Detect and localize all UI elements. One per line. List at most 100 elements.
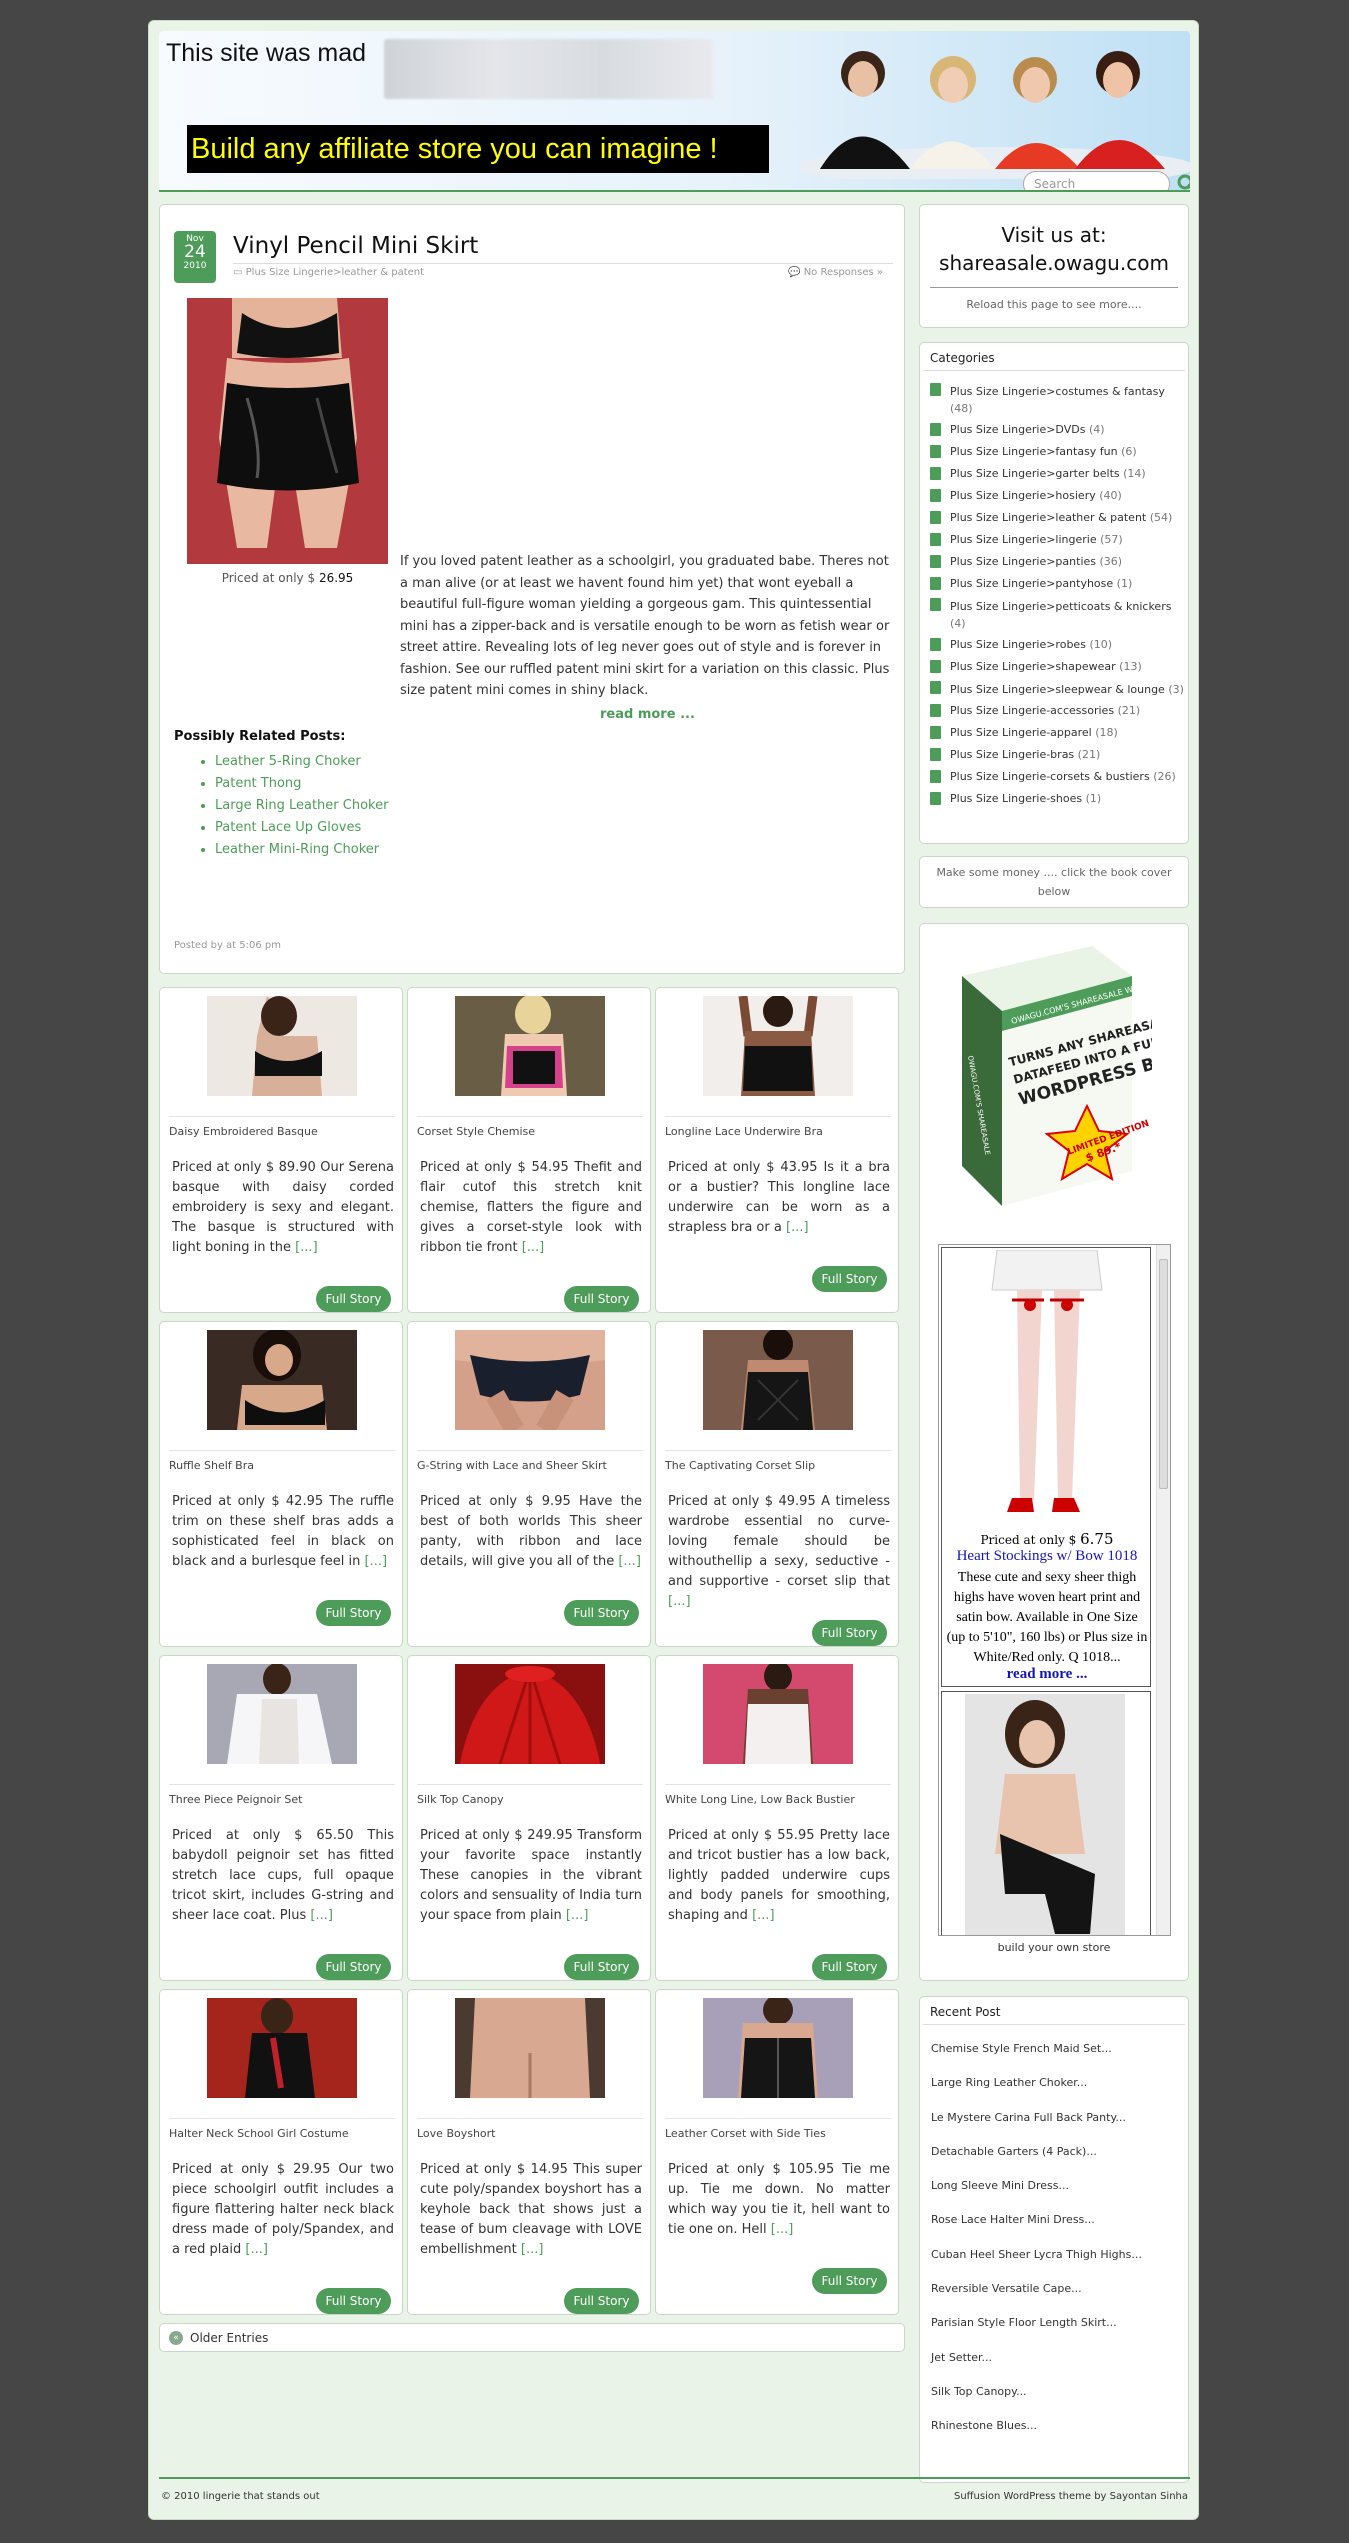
full-story-button[interactable]: Full Story [812, 1266, 887, 1292]
footer-copyright[interactable]: © 2010 lingerie that stands out [161, 2491, 320, 2502]
recent-post-link[interactable]: Rose Lace Halter Mini Dress... [931, 2203, 1142, 2237]
category-label[interactable]: Plus Size Lingerie>shapewear [950, 660, 1116, 673]
related-post-link[interactable]: Patent Lace Up Gloves [215, 817, 388, 839]
wordpress-theme-book-cover[interactable]: OWAGU.COM'S SHAREASALE WORDPRESS THEME T… [932, 936, 1152, 1216]
card-more-link[interactable]: [...] [310, 1908, 333, 1923]
category-item[interactable]: Plus Size Lingerie>lingerie (57) [930, 529, 1185, 551]
category-label[interactable]: Plus Size Lingerie>panties [950, 555, 1096, 568]
recent-post-link[interactable]: Parisian Style Floor Length Skirt... [931, 2306, 1142, 2340]
post-responses[interactable]: No Responses » [804, 267, 883, 278]
category-item[interactable]: Plus Size Lingerie>garter belts (14) [930, 463, 1185, 485]
category-label[interactable]: Plus Size Lingerie-bras [950, 748, 1074, 761]
category-item[interactable]: Plus Size Lingerie>panties (36) [930, 551, 1185, 573]
category-item[interactable]: Plus Size Lingerie>robes (10) [930, 634, 1185, 656]
card-more-link[interactable]: [...] [522, 1240, 545, 1255]
full-story-button[interactable]: Full Story [812, 1620, 887, 1646]
card-more-link[interactable]: [...] [364, 1554, 387, 1569]
category-label[interactable]: Plus Size Lingerie>costumes & fantasy [950, 385, 1165, 398]
product-thumbnail[interactable] [207, 1998, 357, 2098]
card-more-link[interactable]: [...] [295, 1240, 318, 1255]
product-image[interactable] [187, 298, 388, 564]
recent-post-link[interactable]: Chemise Style French Maid Set... [931, 2032, 1142, 2066]
older-entries-link[interactable]: Older Entries [190, 2331, 268, 2345]
card-title[interactable]: Silk Top Canopy [417, 1784, 643, 1806]
recent-post-link[interactable]: Long Sleeve Mini Dress... [931, 2169, 1142, 2203]
full-story-button[interactable]: Full Story [564, 1954, 639, 1980]
category-item[interactable]: Plus Size Lingerie>fantasy fun (6) [930, 441, 1185, 463]
recent-post-link[interactable]: Silk Top Canopy... [931, 2375, 1142, 2409]
ad-scrollbar[interactable] [1156, 1245, 1170, 1935]
recent-post-link[interactable]: Le Mystere Carina Full Back Panty... [931, 2101, 1142, 2135]
card-title[interactable]: The Captivating Corset Slip [665, 1450, 891, 1472]
category-label[interactable]: Plus Size Lingerie-apparel [950, 726, 1092, 739]
category-label[interactable]: Plus Size Lingerie>leather & patent [950, 511, 1146, 524]
post-responses-link[interactable]: 💬 No Responses » [788, 267, 883, 278]
card-more-link[interactable]: [...] [771, 2222, 794, 2237]
full-story-button[interactable]: Full Story [564, 1600, 639, 1626]
category-item[interactable]: Plus Size Lingerie-apparel (18) [930, 722, 1185, 744]
card-title[interactable]: Love Boyshort [417, 2118, 643, 2140]
category-item[interactable]: Plus Size Lingerie>petticoats & knickers… [930, 595, 1185, 634]
post-category-link[interactable]: ▭ Plus Size Lingerie>leather & patent [233, 267, 424, 278]
card-title[interactable]: Ruffle Shelf Bra [169, 1450, 395, 1472]
related-post-link[interactable]: Large Ring Leather Choker [215, 795, 388, 817]
product-thumbnail[interactable] [703, 1664, 853, 1764]
product-thumbnail[interactable] [455, 996, 605, 1096]
full-story-button[interactable]: Full Story [316, 1286, 391, 1312]
category-item[interactable]: Plus Size Lingerie-accessories (21) [930, 700, 1185, 722]
card-more-link[interactable]: [...] [752, 1908, 775, 1923]
full-story-button[interactable]: Full Story [812, 2268, 887, 2294]
category-label[interactable]: Plus Size Lingerie-accessories [950, 704, 1114, 717]
build-store-link[interactable]: build your own store [920, 1941, 1188, 1954]
card-title[interactable]: Daisy Embroidered Basque [169, 1116, 395, 1138]
product-thumbnail[interactable] [703, 996, 853, 1096]
site-title[interactable]: This site was mad [166, 39, 366, 68]
footer-theme-credit[interactable]: Suffusion WordPress theme by Sayontan Si… [954, 2491, 1188, 2502]
post-category[interactable]: Plus Size Lingerie>leather & patent [246, 267, 424, 278]
category-label[interactable]: Plus Size Lingerie>hosiery [950, 489, 1096, 502]
card-title[interactable]: Leather Corset with Side Ties [665, 2118, 891, 2140]
ad-title[interactable]: Heart Stockings w/ Bow 1018 [942, 1548, 1152, 1565]
product-thumbnail[interactable] [455, 1664, 605, 1764]
category-label[interactable]: Plus Size Lingerie>fantasy fun [950, 445, 1118, 458]
category-item[interactable]: Plus Size Lingerie>costumes & fantasy (4… [930, 380, 1185, 419]
visit-title-line-2[interactable]: shareasale.owagu.com [939, 251, 1169, 275]
product-thumbnail[interactable] [703, 1998, 853, 2098]
category-label[interactable]: Plus Size Lingerie>sleepwear & lounge [950, 683, 1165, 696]
card-more-link[interactable]: [...] [521, 2242, 544, 2257]
recent-post-link[interactable]: Detachable Garters (4 Pack)... [931, 2135, 1142, 2169]
category-item[interactable]: Plus Size Lingerie>hosiery (40) [930, 485, 1185, 507]
category-label[interactable]: Plus Size Lingerie>DVDs [950, 423, 1085, 436]
card-more-link[interactable]: [...] [566, 1908, 589, 1923]
category-label[interactable]: Plus Size Lingerie>garter belts [950, 467, 1120, 480]
card-more-link[interactable]: [...] [786, 1220, 809, 1235]
card-more-link[interactable]: [...] [668, 1594, 691, 1609]
recent-post-link[interactable]: Cuban Heel Sheer Lycra Thigh Highs... [931, 2238, 1142, 2272]
recent-post-link[interactable]: Reversible Versatile Cape... [931, 2272, 1142, 2306]
product-thumbnail[interactable] [207, 1330, 357, 1430]
category-item[interactable]: Plus Size Lingerie>leather & patent (54) [930, 507, 1185, 529]
product-thumbnail[interactable] [455, 1330, 605, 1430]
affiliate-banner[interactable]: Build any affiliate store you can imagin… [187, 125, 769, 173]
older-entries-nav[interactable]: « Older Entries [159, 2323, 905, 2352]
post-title[interactable]: Vinyl Pencil Mini Skirt [233, 233, 478, 259]
scrollbar-thumb[interactable] [1159, 1259, 1168, 1489]
thigh-highs-image[interactable] [965, 1694, 1125, 1936]
category-item[interactable]: Plus Size Lingerie-shoes (1) [930, 788, 1185, 810]
card-title[interactable]: Halter Neck School Girl Costume [169, 2118, 395, 2140]
category-label[interactable]: Plus Size Lingerie>pantyhose [950, 577, 1113, 590]
category-item[interactable]: Plus Size Lingerie>pantyhose (1) [930, 573, 1185, 595]
search-input[interactable]: Search [1023, 171, 1170, 191]
category-item[interactable]: Plus Size Lingerie-bras (21) [930, 744, 1185, 766]
card-more-link[interactable]: [...] [618, 1554, 641, 1569]
category-label[interactable]: Plus Size Lingerie>lingerie [950, 533, 1097, 546]
card-more-link[interactable]: [...] [245, 2242, 268, 2257]
double-chevron-left-icon[interactable]: « [169, 2331, 183, 2345]
category-item[interactable]: Plus Size Lingerie>sleepwear & lounge (3… [930, 678, 1185, 700]
full-story-button[interactable]: Full Story [812, 1954, 887, 1980]
card-title[interactable]: Longline Lace Underwire Bra [665, 1116, 891, 1138]
related-post-link[interactable]: Leather 5-Ring Choker [215, 751, 388, 773]
category-label[interactable]: Plus Size Lingerie>petticoats & knickers [950, 600, 1171, 613]
category-item[interactable]: Plus Size Lingerie>shapewear (13) [930, 656, 1185, 678]
category-label[interactable]: Plus Size Lingerie>robes [950, 638, 1086, 651]
